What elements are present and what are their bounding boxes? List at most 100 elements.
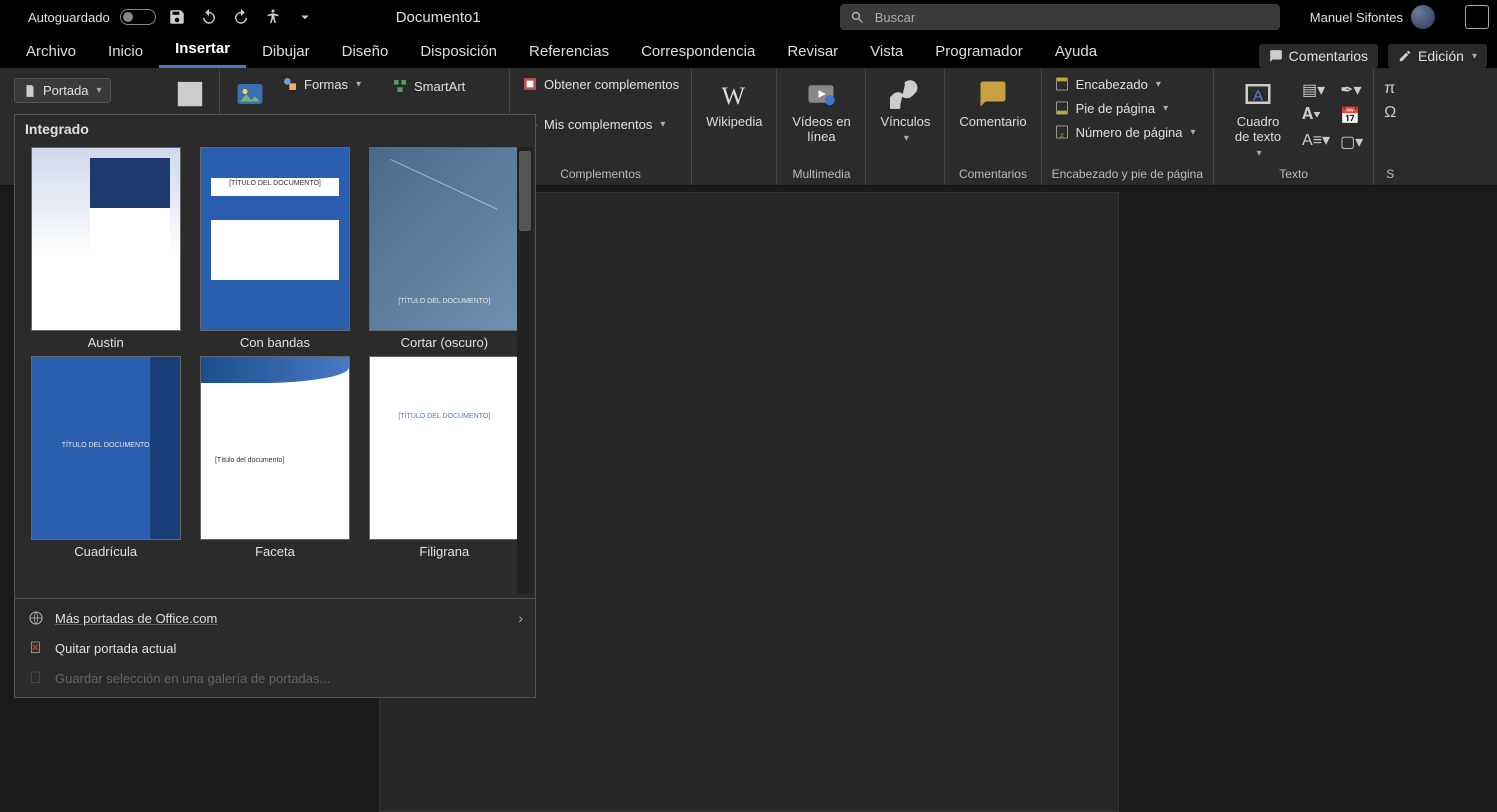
date-time-icon[interactable]: 📅 xyxy=(1340,106,1363,126)
group-text-label: Texto xyxy=(1224,165,1363,181)
tab-revisar[interactable]: Revisar xyxy=(771,37,854,68)
qat-overflow-icon[interactable] xyxy=(294,6,316,28)
page-number-button[interactable]: # Número de página▾ xyxy=(1052,122,1203,142)
undo-icon[interactable] xyxy=(198,6,220,28)
tab-vista[interactable]: Vista xyxy=(854,37,919,68)
smartart-button[interactable]: SmartArt xyxy=(390,76,467,96)
drop-cap-icon[interactable]: A≡▾ xyxy=(1302,130,1330,150)
my-addins-button[interactable]: Mis complementos▾ xyxy=(520,114,681,134)
comment-button[interactable]: Comentario xyxy=(955,74,1030,129)
save-page-icon xyxy=(27,669,45,687)
autosave-label: Autoguardado xyxy=(28,10,110,25)
object-icon[interactable]: ▢▾ xyxy=(1340,132,1363,152)
cover-option-austin[interactable]: [Título del documento]Austin xyxy=(25,147,186,350)
cover-option-label: Austin xyxy=(88,335,124,350)
accessibility-icon[interactable] xyxy=(262,6,284,28)
user-account[interactable]: Manuel Sifontes xyxy=(1310,5,1435,29)
avatar xyxy=(1411,5,1435,29)
cover-option-bandas[interactable]: [TÍTULO DEL DOCUMENTO]Con bandas xyxy=(194,147,355,350)
redo-icon[interactable] xyxy=(230,6,252,28)
save-selection-label: Guardar selección en una galería de port… xyxy=(55,671,330,686)
online-videos-button[interactable]: Vídeos en línea xyxy=(787,74,855,144)
textbox-icon: A xyxy=(1242,78,1274,110)
tab-correspondencia[interactable]: Correspondencia xyxy=(625,37,771,68)
header-label: Encabezado xyxy=(1076,77,1148,92)
wordart-icon[interactable]: 𝐀▾ xyxy=(1302,106,1330,124)
svg-text:#: # xyxy=(1060,132,1064,139)
tab-dibujar[interactable]: Dibujar xyxy=(246,37,326,68)
svg-text:W: W xyxy=(722,83,746,109)
cover-thumbnail: [Título del documento] xyxy=(200,356,350,540)
editing-mode-button[interactable]: Edición ▾ xyxy=(1388,44,1487,68)
my-addins-label: Mis complementos xyxy=(544,117,652,132)
remove-cover-label: Quitar portada actual xyxy=(55,641,176,656)
cover-page-gallery: Integrado [Título del documento]Austin[T… xyxy=(14,114,536,698)
pictures-button[interactable] xyxy=(230,74,270,110)
page-number-label: Número de página xyxy=(1076,125,1183,140)
tab-disposicion[interactable]: Disposición xyxy=(404,37,513,68)
comments-label: Comentarios xyxy=(1289,48,1368,64)
gallery-header: Integrado xyxy=(15,115,535,143)
signature-icon[interactable]: ✒▾ xyxy=(1340,80,1363,100)
tab-archivo[interactable]: Archivo xyxy=(10,37,92,68)
ribbon-tabs: Archivo Inicio Insertar Dibujar Diseño D… xyxy=(0,34,1497,68)
online-videos-label: Vídeos en línea xyxy=(791,114,851,144)
remove-cover-menuitem[interactable]: Quitar portada actual xyxy=(15,633,535,663)
text-box-label: Cuadro de texto xyxy=(1228,114,1288,144)
search-icon xyxy=(850,10,865,25)
tab-referencias[interactable]: Referencias xyxy=(513,37,625,68)
user-name: Manuel Sifontes xyxy=(1310,10,1403,25)
tab-programador[interactable]: Programador xyxy=(919,37,1039,68)
group-addins-label: Complementos xyxy=(520,165,681,181)
more-covers-label: Más portadas de Office.com xyxy=(55,611,217,626)
page-icon xyxy=(23,84,37,98)
pencil-icon xyxy=(1398,49,1412,63)
cover-page-button[interactable]: Portada ▾ xyxy=(14,78,111,103)
tab-inicio[interactable]: Inicio xyxy=(92,37,159,68)
links-label: Vínculos xyxy=(880,114,930,129)
get-addins-button[interactable]: Obtener complementos xyxy=(520,74,681,94)
text-box-button[interactable]: A Cuadro de texto▾ xyxy=(1224,74,1292,159)
group-symbols: π Ω S xyxy=(1374,68,1406,185)
smartart-label: SmartArt xyxy=(414,79,465,94)
smartart-icon xyxy=(392,78,408,94)
group-links: Vínculos ▾ xyxy=(866,68,945,185)
tab-insertar[interactable]: Insertar xyxy=(159,34,246,68)
group-header-footer: Encabezado▾ Pie de página▾ # Número de p… xyxy=(1042,68,1214,185)
footer-button[interactable]: Pie de página▾ xyxy=(1052,98,1203,118)
editing-label: Edición xyxy=(1418,48,1464,64)
window-restore-icon[interactable] xyxy=(1465,5,1489,29)
cover-option-cuadricula[interactable]: TÍTULO DEL DOCUMENTOCuadrícula xyxy=(25,356,186,559)
tab-diseno[interactable]: Diseño xyxy=(326,37,405,68)
page-number-icon: # xyxy=(1054,124,1070,140)
group-comments: Comentario Comentarios xyxy=(945,68,1041,185)
tab-ayuda[interactable]: Ayuda xyxy=(1039,37,1113,68)
quick-parts-icon[interactable]: ▤▾ xyxy=(1302,80,1330,100)
save-icon[interactable] xyxy=(166,6,188,28)
autosave-toggle[interactable] xyxy=(120,9,156,25)
wikipedia-button[interactable]: W Wikipedia xyxy=(702,74,766,129)
search-box[interactable]: Buscar xyxy=(840,4,1280,30)
footer-icon xyxy=(1054,100,1070,116)
title-bar: Autoguardado Documento1 Buscar Manuel Si… xyxy=(0,0,1497,34)
cover-option-label: Cortar (oscuro) xyxy=(401,335,488,350)
cover-option-label: Con bandas xyxy=(240,335,310,350)
gallery-scrollbar[interactable] xyxy=(517,147,533,594)
cover-option-label: Faceta xyxy=(255,544,295,559)
header-button[interactable]: Encabezado▾ xyxy=(1052,74,1203,94)
cover-option-label: Cuadrícula xyxy=(74,544,137,559)
group-multimedia-label: Multimedia xyxy=(787,165,855,181)
cover-option-filigrana[interactable]: [TÍTULO DEL DOCUMENTO]Filigrana xyxy=(364,356,525,559)
globe-icon xyxy=(27,609,45,627)
cover-option-faceta[interactable]: [Título del documento] Faceta xyxy=(194,356,355,559)
wikipedia-icon: W xyxy=(718,78,750,110)
table-button[interactable] xyxy=(170,74,209,110)
symbol-icon[interactable]: Ω xyxy=(1384,104,1396,122)
links-button[interactable]: Vínculos ▾ xyxy=(876,74,934,144)
more-covers-menuitem[interactable]: Más portadas de Office.com › xyxy=(15,603,535,633)
save-selection-menuitem: Guardar selección en una galería de port… xyxy=(15,663,535,693)
group-multimedia: Vídeos en línea Multimedia xyxy=(777,68,866,185)
equation-icon[interactable]: π xyxy=(1384,80,1396,98)
comments-button[interactable]: Comentarios xyxy=(1259,44,1378,68)
cover-option-cortar[interactable]: [TÍTULO DEL DOCUMENTO]Cortar (oscuro) xyxy=(364,147,525,350)
